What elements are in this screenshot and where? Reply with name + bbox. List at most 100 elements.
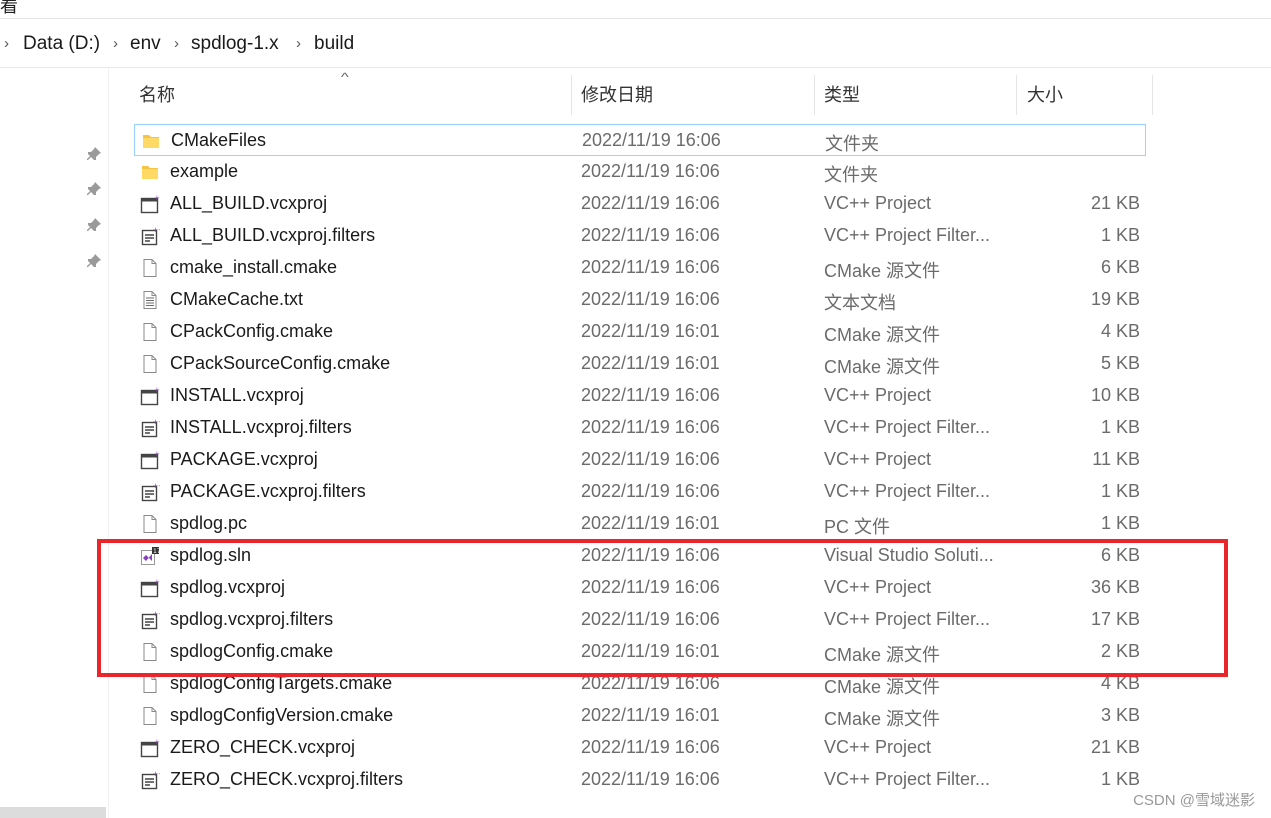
file-row[interactable]: spdlogConfigVersion.cmake 2022/11/19 16:0… xyxy=(134,700,1146,732)
file-type: VC++ Project Filter... xyxy=(824,481,991,501)
title-bar: 看 xyxy=(0,0,1271,19)
chevron-right-icon[interactable]: › xyxy=(296,35,301,52)
file-size: 19 KB xyxy=(1090,289,1140,309)
file-row[interactable]: ++ ALL_BUILD.vcxproj.filters 2022/11/19 16… xyxy=(134,220,1146,252)
pin-icon[interactable] xyxy=(86,146,102,162)
file-row[interactable]: CPackSourceConfig.cmake 2022/11/19 16:01 C… xyxy=(134,348,1146,380)
file-type: 文本文档 xyxy=(824,293,896,313)
file-name: spdlog.pc xyxy=(170,513,248,533)
file-icon xyxy=(140,258,160,278)
folder-icon xyxy=(141,131,161,151)
file-row[interactable]: CMakeFiles 2022/11/19 16:06 文件夹 xyxy=(134,124,1146,156)
file-date: 2022/11/19 16:06 xyxy=(581,289,720,309)
file-row[interactable]: cmake_install.cmake 2022/11/19 16:06 CMake… xyxy=(134,252,1146,284)
vcxproj-icon: ++ xyxy=(140,194,160,214)
breadcrumb-build[interactable]: build xyxy=(314,33,354,55)
file-name: ZERO_CHECK.vcxproj.filters xyxy=(170,769,404,789)
file-name: ALL_BUILD.vcxproj.filters xyxy=(170,225,376,245)
breadcrumb-drive[interactable]: Data (D:) xyxy=(23,33,100,55)
vcxproj-icon: ++ xyxy=(140,450,160,470)
column-header-size[interactable]: 大小 xyxy=(1027,75,1063,115)
file-date: 2022/11/19 16:06 xyxy=(581,225,720,245)
file-type: CMake 源文件 xyxy=(824,261,941,281)
file-type: VC++ Project xyxy=(824,449,932,469)
file-size: 21 KB xyxy=(1090,193,1140,213)
pin-icon[interactable] xyxy=(86,217,102,233)
breadcrumb-env[interactable]: env xyxy=(130,33,161,55)
file-size: 1 KB xyxy=(1100,225,1140,245)
column-divider[interactable] xyxy=(1016,75,1017,115)
column-header-type[interactable]: 类型 xyxy=(824,75,860,115)
file-size: 11 KB xyxy=(1092,449,1140,469)
file-date: 2022/11/19 16:01 xyxy=(581,353,720,373)
folder-icon xyxy=(140,162,160,182)
file-row[interactable]: ++ ALL_BUILD.vcxproj 2022/11/19 16:06 VC++ … xyxy=(134,188,1146,220)
file-size: 3 KB xyxy=(1100,705,1140,725)
file-row[interactable]: example 2022/11/19 16:06 文件夹 xyxy=(134,156,1146,188)
file-date: 2022/11/19 16:01 xyxy=(581,513,720,533)
file-type: 文件夹 xyxy=(824,165,878,185)
chevron-right-icon[interactable]: › xyxy=(4,35,9,52)
file-size: 6 KB xyxy=(1100,257,1140,277)
file-size: 1 KB xyxy=(1100,481,1140,501)
vcxproj-icon: ++ xyxy=(140,738,160,758)
file-date: 2022/11/19 16:06 xyxy=(581,193,720,213)
breadcrumb-spdlog[interactable]: spdlog-1.x xyxy=(191,33,279,55)
file-size: 4 KB xyxy=(1100,321,1140,341)
file-name: CMakeFiles xyxy=(171,130,267,150)
filters-icon: ++ xyxy=(140,418,160,438)
file-name: ZERO_CHECK.vcxproj xyxy=(170,737,356,757)
file-type: VC++ Project xyxy=(824,193,932,213)
file-date: 2022/11/19 16:06 xyxy=(581,737,720,757)
pin-icon[interactable] xyxy=(86,253,102,269)
pin-icon[interactable] xyxy=(86,181,102,197)
column-divider[interactable] xyxy=(571,75,572,115)
file-row[interactable]: spdlog.pc 2022/11/19 16:01 PC 文件 1 KB xyxy=(134,508,1146,540)
chevron-right-icon[interactable]: › xyxy=(113,35,118,52)
horizontal-scrollbar[interactable] xyxy=(0,807,106,818)
file-row[interactable]: ++ PACKAGE.vcxproj 2022/11/19 16:06 VC++ Pr… xyxy=(134,444,1146,476)
address-bar[interactable]: › Data (D:) › env › spdlog-1.x › build xyxy=(0,19,1271,68)
file-date: 2022/11/19 16:06 xyxy=(581,417,720,437)
chevron-right-icon[interactable]: › xyxy=(174,35,179,52)
column-divider[interactable] xyxy=(814,75,815,115)
file-row[interactable]: ++ PACKAGE.vcxproj.filters 2022/11/19 16:0… xyxy=(134,476,1146,508)
file-date: 2022/11/19 16:01 xyxy=(581,705,720,725)
file-name: CMakeCache.txt xyxy=(170,289,304,309)
file-name: spdlogConfigVersion.cmake xyxy=(170,705,394,725)
file-icon xyxy=(140,674,160,694)
file-row[interactable]: ++ ZERO_CHECK.vcxproj.filters 2022/11/19 1… xyxy=(134,764,1146,796)
svg-text:++: ++ xyxy=(153,226,161,234)
filters-icon: ++ xyxy=(140,482,160,502)
navigation-pane xyxy=(0,68,109,818)
file-size: 1 KB xyxy=(1100,513,1140,533)
file-date: 2022/11/19 16:06 xyxy=(581,385,720,405)
file-date: 2022/11/19 16:06 xyxy=(581,449,720,469)
file-name: ALL_BUILD.vcxproj xyxy=(170,193,328,213)
file-row[interactable]: CMakeCache.txt 2022/11/19 16:06 文本文档 19 KB xyxy=(134,284,1146,316)
svg-text:++: ++ xyxy=(154,450,160,458)
file-row[interactable]: CPackConfig.cmake 2022/11/19 16:01 CMake 源… xyxy=(134,316,1146,348)
file-row[interactable]: ++ INSTALL.vcxproj.filters 2022/11/19 16:0… xyxy=(134,412,1146,444)
column-header-date[interactable]: 修改日期 xyxy=(581,75,653,115)
file-type: VC++ Project xyxy=(824,737,932,757)
file-name: CPackConfig.cmake xyxy=(170,321,334,341)
svg-text:++: ++ xyxy=(153,482,161,490)
file-row[interactable]: ++ INSTALL.vcxproj 2022/11/19 16:06 VC++ Pr… xyxy=(134,380,1146,412)
column-header-name[interactable]: 名称 xyxy=(139,75,175,115)
file-type: VC++ Project Filter... xyxy=(824,225,991,245)
highlight-annotation-box xyxy=(97,539,1228,677)
filters-icon: ++ xyxy=(140,770,160,790)
filters-icon: ++ xyxy=(140,226,160,246)
svg-text:++: ++ xyxy=(153,770,161,778)
sort-ascending-icon: ^ xyxy=(340,70,349,84)
file-name: INSTALL.vcxproj xyxy=(170,385,304,405)
column-divider[interactable] xyxy=(1152,75,1153,115)
file-icon xyxy=(140,514,160,534)
vcxproj-icon: ++ xyxy=(140,386,160,406)
file-type: CMake 源文件 xyxy=(824,325,941,345)
file-date: 2022/11/19 16:06 xyxy=(582,130,721,150)
window-title-fragment: 看 xyxy=(0,0,18,16)
file-name: PACKAGE.vcxproj.filters xyxy=(170,481,366,501)
file-row[interactable]: ++ ZERO_CHECK.vcxproj 2022/11/19 16:06 VC++… xyxy=(134,732,1146,764)
